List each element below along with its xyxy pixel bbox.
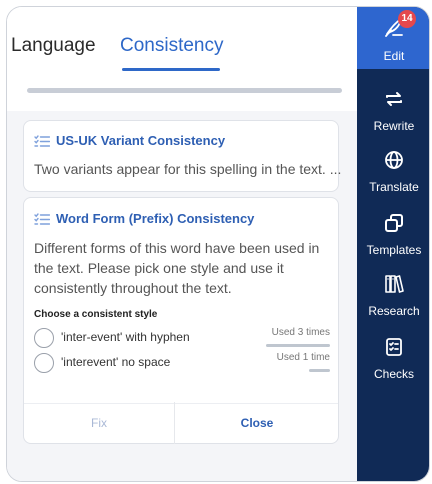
consistency-panel: Language Consistency US-UK Variant Consi… [7,7,357,481]
radio-button[interactable] [34,353,54,373]
sidebar-item-checks[interactable]: Checks [357,325,429,381]
app-window: Language Consistency US-UK Variant Consi… [6,6,430,482]
panel-header: Language Consistency [7,7,357,111]
usage-bar-fill [308,369,330,372]
issue-card-word-form-prefix: Word Form (Prefix) Consistency Different… [23,197,339,444]
usage-bar [266,369,330,372]
checklist-icon [386,338,402,356]
option-label: 'interevent' no space [61,355,171,369]
card-header: US-UK Variant Consistency [34,133,225,148]
tab-language[interactable]: Language [11,35,96,57]
copy-icon [385,214,403,232]
tab-consistency[interactable]: Consistency [120,35,224,57]
sidebar-item-label: Templates [366,243,422,257]
sidebar-item-research[interactable]: Research [357,262,429,318]
card-title: US-UK Variant Consistency [56,133,226,148]
card-header: Word Form (Prefix) Consistency [34,211,254,226]
globe-icon [385,151,403,169]
style-option-interevent[interactable]: 'interevent' no space Used 1 time [34,352,330,376]
card-title: Word Form (Prefix) Consistency [56,211,255,226]
usage-count: Used 3 times [271,327,330,338]
books-icon [385,275,404,293]
sidebar-item-label: Edit [383,49,405,63]
sidebar-item-label: Rewrite [373,119,415,133]
fix-button[interactable]: Fix [24,404,174,442]
sidebar-item-translate[interactable]: Translate [357,138,429,194]
sidebar-item-rewrite[interactable]: Rewrite [357,77,429,133]
radio-button[interactable] [34,328,54,348]
issue-card-us-uk-variant[interactable]: US-UK Variant Consistency Two variants a… [23,120,342,192]
active-tab-indicator [122,68,220,71]
list-check-icon [34,212,50,225]
sidebar-item-edit[interactable]: 14 Edit [357,7,429,63]
card-description: Two variants appear for this spelling in… [34,161,342,177]
usage-count: Used 1 time [276,352,330,363]
usage-bar [266,344,330,347]
sidebar-item-label: Research [368,304,420,318]
progress-divider [27,88,342,93]
style-prompt: Choose a consistent style [34,309,158,320]
notification-badge: 14 [398,10,416,28]
card-actions: Fix Close [24,402,339,444]
swap-arrows-icon [386,92,402,106]
tool-sidebar: 14 Edit Rewrite Translate Templates Rese… [357,7,429,481]
style-option-inter-event[interactable]: 'inter-event' with hyphen Used 3 times [34,327,330,351]
usage-bar-fill [266,344,330,347]
sidebar-item-label: Checks [373,367,414,381]
close-button[interactable]: Close [175,404,339,442]
sidebar-item-label: Translate [369,180,419,194]
card-description: Different forms of this word have been u… [34,240,320,296]
sidebar-item-templates[interactable]: Templates [357,201,429,257]
option-label: 'inter-event' with hyphen [61,330,190,344]
list-check-icon [34,134,50,147]
